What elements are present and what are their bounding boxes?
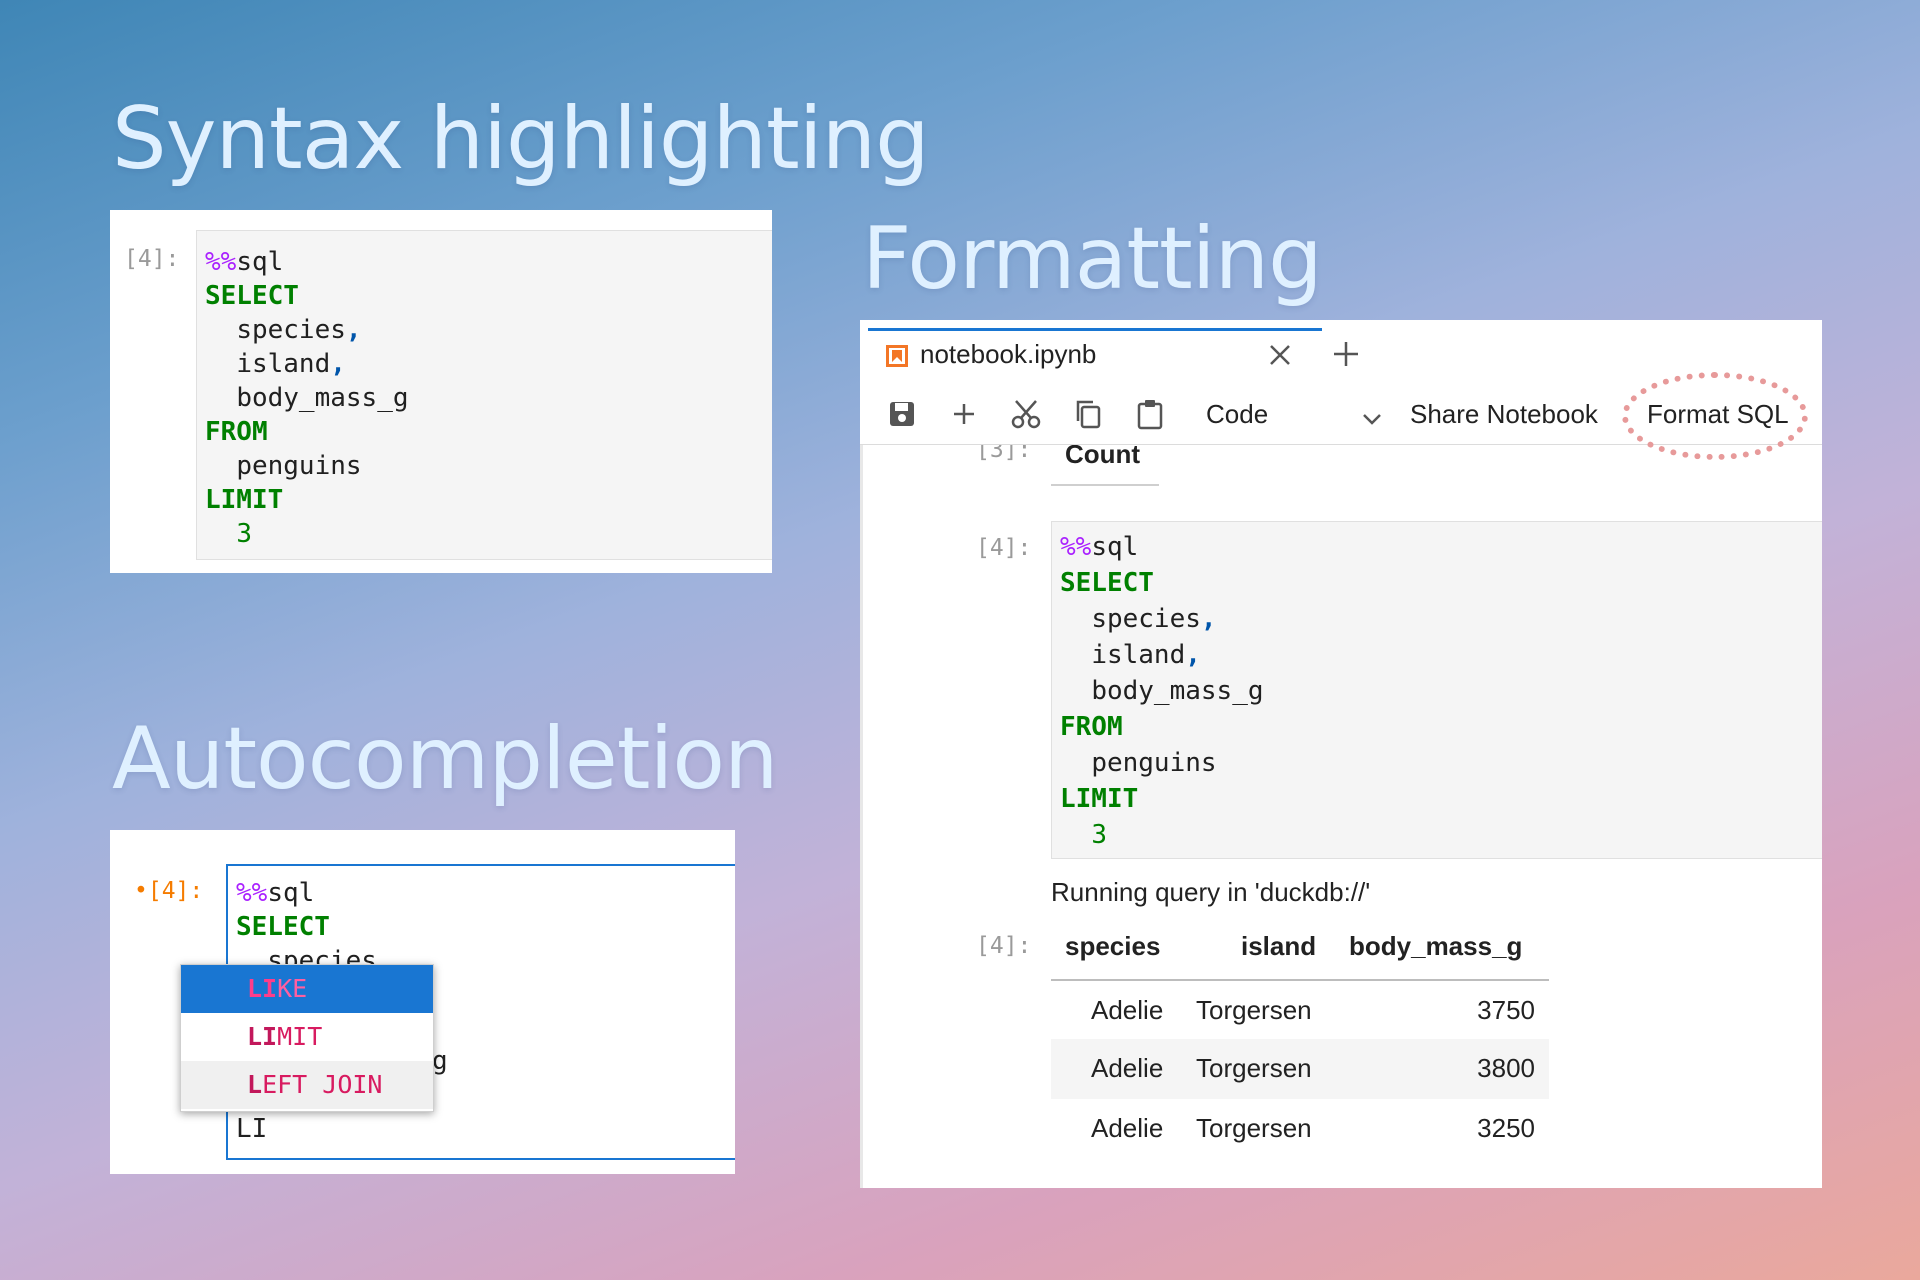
copy-icon[interactable] (1068, 394, 1108, 434)
table-row: Adelie Torgersen 3750 (1091, 995, 1535, 1025)
column-species: species (236, 315, 346, 345)
close-tab-icon[interactable] (1266, 341, 1294, 369)
query-status-message: Running query in 'duckdb://' (1051, 877, 1371, 907)
column-island: island (236, 349, 331, 379)
code-cell-editor[interactable]: %%sql SELECT species, island, body_mass_… (196, 230, 772, 560)
completion-item-like[interactable]: LIKE (181, 965, 433, 1013)
notebook-window: notebook.ipynb Code Share Notebook Forma… (860, 320, 1822, 1188)
magic-prefix: %% (236, 878, 268, 908)
table-name: penguins (236, 451, 362, 481)
notebook-tab[interactable]: notebook.ipynb (868, 328, 1322, 384)
magic-name: sql (267, 878, 315, 908)
keyword-from: FROM (205, 417, 268, 447)
heading-autocompletion: Autocompletion (112, 709, 778, 809)
keyword-select: SELECT (205, 281, 299, 311)
completion-menu: LIKE LIMIT LEFT JOIN (180, 964, 434, 1112)
limit-value: 3 (236, 519, 252, 549)
table-row: Adelie Torgersen 3800 (1051, 1039, 1549, 1099)
notebook-icon (886, 345, 908, 367)
keyword-select: SELECT (236, 912, 330, 942)
cut-scissors-icon[interactable] (1006, 394, 1046, 434)
column-header: island (1241, 931, 1317, 961)
column-species: species (1091, 604, 1201, 634)
header-underline (1051, 484, 1159, 486)
keyword-select: SELECT (1060, 568, 1154, 598)
chevron-down-icon (1360, 402, 1384, 442)
column-header: body_mass_g (1349, 931, 1523, 961)
heading-formatting: Formatting (862, 209, 1323, 309)
cell-prompt: •[4]: (134, 878, 204, 904)
cell-prompt: [4]: (124, 246, 180, 272)
new-tab-plus-icon[interactable] (1326, 334, 1366, 374)
notebook-body: [3]: Count [4]: %%sql SELECT species, is… (860, 445, 1822, 1188)
insert-cell-plus-icon[interactable] (944, 394, 984, 434)
tab-title: notebook.ipynb (920, 339, 1097, 369)
column-header: species (1065, 931, 1161, 961)
save-icon[interactable] (882, 394, 922, 434)
column-island: island (1091, 640, 1186, 670)
typed-text: LI (236, 1114, 268, 1144)
magic-name: sql (236, 247, 284, 277)
share-notebook-button[interactable]: Share Notebook (1410, 394, 1598, 434)
cell-prompt: [4]: (976, 535, 1032, 561)
completion-item-limit[interactable]: LIMIT (181, 1013, 433, 1061)
heading-syntax-highlighting: Syntax highlighting (112, 89, 930, 189)
output-prompt: [4]: (976, 933, 1032, 959)
magic-name: sql (1091, 532, 1139, 562)
comma: , (1185, 640, 1201, 670)
comma: , (1200, 604, 1217, 634)
syntax-highlighting-panel: [4]: %%sql SELECT species, island, body_… (110, 210, 772, 573)
obscured-code-char: g (432, 1046, 448, 1076)
column-body-mass: body_mass_g (1091, 676, 1264, 706)
comma: , (345, 315, 362, 345)
table-row: Adelie Torgersen 3250 (1091, 1113, 1535, 1143)
completion-item-left-join[interactable]: LEFT JOIN (181, 1061, 433, 1109)
magic-prefix: %% (205, 247, 237, 277)
modified-dot: • (134, 878, 148, 904)
limit-value: 3 (1091, 820, 1107, 850)
table-header-count: Count (1065, 445, 1141, 469)
notebook-toolbar: Code Share Notebook Format SQL (860, 372, 1822, 460)
paste-clipboard-icon[interactable] (1130, 394, 1170, 434)
cell-prompt: [3]: (976, 445, 1032, 463)
table-name: penguins (1091, 748, 1217, 778)
code-cell-editor[interactable]: %%sql SELECT species, island, body_mass_… (1051, 521, 1822, 859)
keyword-limit: LIMIT (205, 485, 284, 515)
cell-type-select[interactable]: Code (1206, 394, 1386, 434)
result-table: species island body_mass_g Adelie Torger… (1051, 915, 1549, 1155)
keyword-limit: LIMIT (1060, 784, 1139, 814)
magic-prefix: %% (1060, 532, 1092, 562)
keyword-from: FROM (1060, 712, 1123, 742)
column-body-mass: body_mass_g (236, 383, 409, 413)
comma: , (330, 349, 346, 379)
autocompletion-panel: •[4]: %%sql SELECT species g LI LIKE LIM… (110, 830, 735, 1174)
